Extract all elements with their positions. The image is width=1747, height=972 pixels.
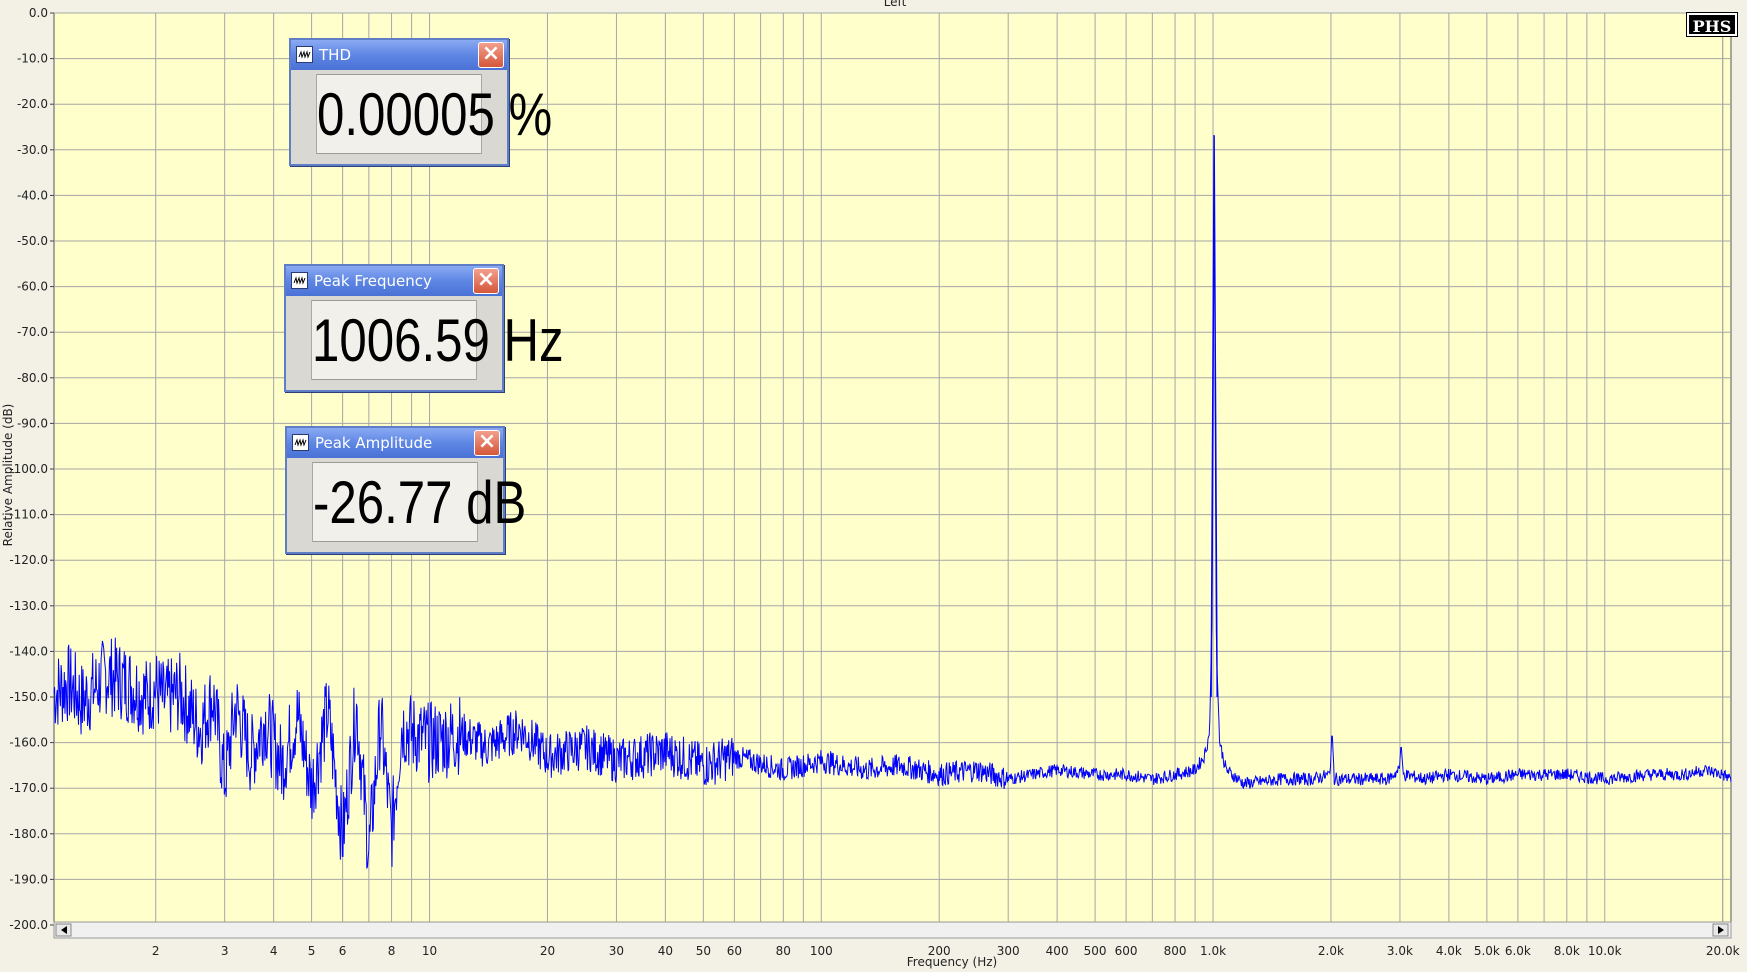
peak-amplitude-meter-titlebar[interactable]: Peak Amplitude × [287, 428, 503, 458]
x-tick-label: 40 [658, 944, 673, 958]
x-tick-label: 3.0k [1387, 944, 1413, 958]
horizontal-scrollbar[interactable] [53, 921, 1732, 939]
x-tick-label: 60 [727, 944, 742, 958]
analyzer-window: 0.0 -10.0 -20.0 -30.0 -40.0 -50.0 -60.0 -70.0 -8… [0, 0, 1747, 972]
x-axis-title: Frequency (Hz) [907, 955, 998, 969]
y-tick-label: -120.0 [9, 553, 48, 567]
y-tick-label: 0.0 [29, 6, 48, 20]
y-tick-label: -40.0 [17, 188, 48, 202]
x-tick-label: 50 [696, 944, 711, 958]
y-tick-label: -30.0 [17, 143, 48, 157]
chart-title: Left [884, 0, 907, 9]
x-tick-label: 100 [810, 944, 833, 958]
y-tick-label: -110.0 [9, 508, 48, 522]
y-tick-label: -160.0 [9, 736, 48, 750]
peak-amplitude-meter-title: Peak Amplitude [315, 434, 433, 452]
scrollbar-track[interactable] [53, 921, 1732, 939]
peak-frequency-meter[interactable]: Peak Frequency × 1006.59 Hz [284, 264, 564, 392]
x-tick-label: 4.0k [1436, 944, 1462, 958]
y-tick-label: -150.0 [9, 690, 48, 704]
x-tick-label: 800 [1164, 944, 1187, 958]
y-axis-title: Relative Amplitude (dB) [1, 404, 15, 547]
x-tick-label: 5.0k [1474, 944, 1500, 958]
x-tick-label: 80 [776, 944, 791, 958]
x-tick-label: 400 [1046, 944, 1069, 958]
thd-meter-titlebar[interactable]: THD × [291, 40, 507, 70]
y-tick-label: -130.0 [9, 599, 48, 613]
peak-frequency-meter-title: Peak Frequency [314, 272, 432, 290]
peak-frequency-meter-value: 1006.59 Hz [311, 300, 564, 380]
close-icon[interactable]: × [473, 268, 499, 294]
y-tick-label: -50.0 [17, 234, 48, 248]
thd-meter[interactable]: THD × 0.00005 % [289, 38, 552, 166]
thd-meter-value: 0.00005 % [316, 74, 552, 154]
x-tick-label: 3 [221, 944, 229, 958]
waveform-icon [292, 434, 309, 451]
y-tick-label: -70.0 [17, 325, 48, 339]
x-tick-label: 2.0k [1318, 944, 1344, 958]
x-tick-label: 6 [339, 944, 347, 958]
y-tick-label: -80.0 [17, 371, 48, 385]
x-tick-label: 20 [540, 944, 555, 958]
x-tick-label: 6.0k [1505, 944, 1531, 958]
waveform-icon [296, 46, 313, 63]
phs-logo: PHS [1686, 12, 1738, 37]
x-tick-label: 300 [997, 944, 1020, 958]
y-tick-label: -100.0 [9, 462, 48, 476]
peak-frequency-meter-titlebar[interactable]: Peak Frequency × [286, 266, 502, 296]
x-tick-label: 5 [308, 944, 316, 958]
x-tick-label: 10 [422, 944, 437, 958]
x-tick-label: 1.0k [1200, 944, 1226, 958]
y-tick-label: -180.0 [9, 827, 48, 841]
y-tick-label: -10.0 [17, 52, 48, 66]
spectrum-chart: 0.0 -10.0 -20.0 -30.0 -40.0 -50.0 -60.0 -70.0 -8… [1, 0, 1740, 969]
peak-amplitude-meter[interactable]: Peak Amplitude × -26.77 dB [285, 426, 526, 554]
close-icon[interactable]: × [474, 430, 500, 456]
y-tick-label: -60.0 [17, 280, 48, 294]
waveform-icon [291, 272, 308, 289]
thd-meter-title: THD [319, 46, 351, 64]
y-tick-label: -170.0 [9, 781, 48, 795]
close-icon[interactable]: × [478, 42, 504, 68]
x-tick-label: 4 [270, 944, 278, 958]
peak-amplitude-meter-value: -26.77 dB [312, 462, 526, 542]
x-tick-label: 2 [152, 944, 160, 958]
y-tick-label: -90.0 [17, 416, 48, 430]
y-tick-label: -200.0 [9, 918, 48, 932]
y-tick-label: -140.0 [9, 644, 48, 658]
x-tick-label: 20.0k [1706, 944, 1740, 958]
x-tick-label: 30 [609, 944, 624, 958]
x-tick-label: 600 [1115, 944, 1138, 958]
x-tick-label: 10.0k [1588, 944, 1622, 958]
y-tick-label: -190.0 [9, 872, 48, 886]
x-tick-label: 500 [1084, 944, 1107, 958]
y-tick-label: -20.0 [17, 97, 48, 111]
y-axis-ticks: 0.0 -10.0 -20.0 -30.0 -40.0 -50.0 -60.0 -70.0 -8… [9, 6, 54, 932]
x-tick-label: 8 [388, 944, 396, 958]
x-tick-label: 8.0k [1554, 944, 1580, 958]
